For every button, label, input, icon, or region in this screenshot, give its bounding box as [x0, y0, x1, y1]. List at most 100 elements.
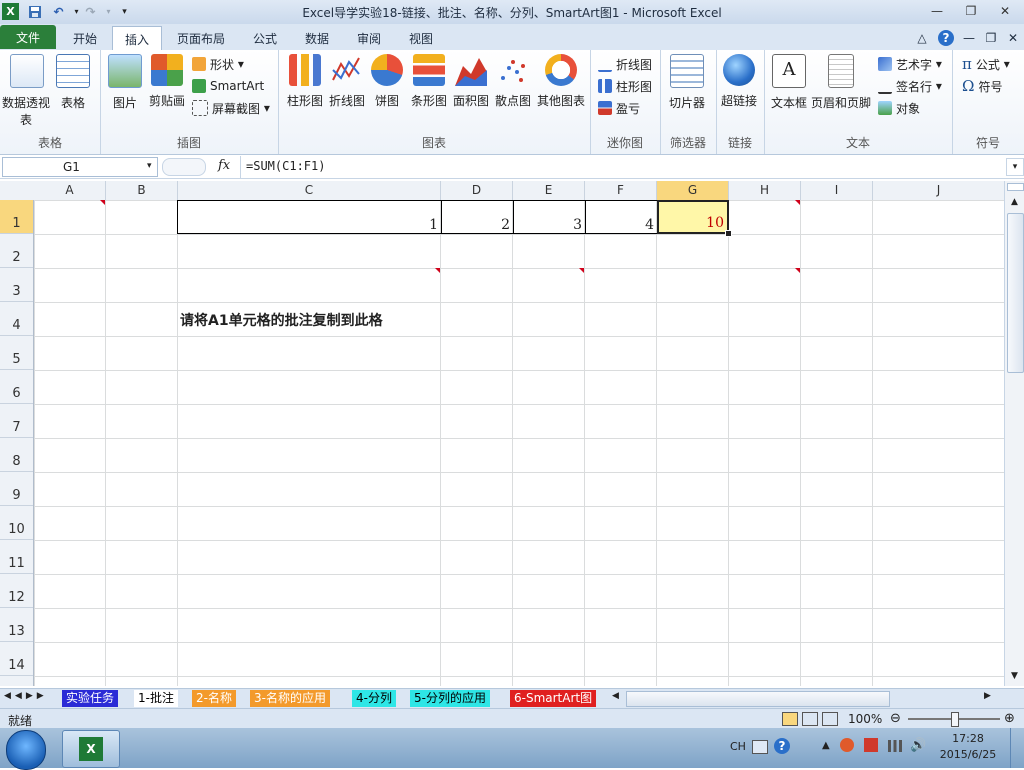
signature-line-button[interactable]: 签名行 ▾: [878, 76, 942, 96]
worksheet-grid[interactable]: 1 2 3 4 10 请将A1单元格的批注复制到此格: [34, 200, 1004, 686]
column-header-h[interactable]: H: [729, 181, 801, 200]
restore-icon[interactable]: ❐: [956, 0, 986, 22]
expand-formula-bar-icon[interactable]: ▾: [1006, 158, 1024, 176]
slicer-button[interactable]: 切片器: [664, 54, 710, 111]
row-header-13[interactable]: 13: [0, 608, 33, 642]
row-header-14[interactable]: 14: [0, 642, 33, 676]
signal-icon[interactable]: [888, 740, 902, 752]
name-box[interactable]: G1 ▾: [2, 157, 158, 177]
picture-button[interactable]: 图片: [102, 54, 148, 111]
show-hidden-icons[interactable]: ▲: [822, 740, 830, 751]
column-header-i[interactable]: I: [801, 181, 873, 200]
fill-handle[interactable]: [725, 230, 732, 237]
formula-input[interactable]: =SUM(C1:F1): [246, 159, 325, 173]
symbol-button[interactable]: Ω 符号: [962, 76, 1002, 96]
row-header-1[interactable]: 1: [0, 200, 33, 234]
start-button-icon[interactable]: [6, 730, 46, 770]
other-charts-button[interactable]: 其他图表: [536, 54, 586, 109]
formula-bar-splitter[interactable]: [162, 158, 206, 176]
volume-icon[interactable]: 🔊: [910, 738, 926, 753]
taskbar-excel-button[interactable]: X: [62, 730, 120, 768]
sheet-nav-icons[interactable]: ◀◀▶▶: [4, 691, 48, 701]
wordart-button[interactable]: 艺术字 ▾: [878, 54, 942, 74]
sheet-tab-6[interactable]: 6-SmartArt图: [510, 690, 597, 707]
sheet-tab-5[interactable]: 5-分列的应用: [410, 690, 490, 707]
tab-view[interactable]: 视图: [396, 26, 446, 50]
sparkline-line-button[interactable]: 折线图: [598, 54, 652, 74]
column-chart-button[interactable]: 柱形图: [282, 54, 328, 109]
hscroll-left-icon[interactable]: ◀: [612, 691, 619, 701]
insert-function-icon[interactable]: fx: [218, 158, 230, 173]
tab-page-layout[interactable]: 页面布局: [168, 26, 234, 50]
column-header-c[interactable]: C: [178, 181, 441, 200]
zoom-level[interactable]: 100%: [848, 712, 882, 726]
normal-view-icon[interactable]: [782, 712, 798, 726]
scroll-up-icon[interactable]: ▲: [1007, 195, 1022, 209]
tab-insert[interactable]: 插入: [112, 26, 162, 51]
row-header-2[interactable]: 2: [0, 234, 33, 268]
minimize-icon[interactable]: —: [922, 0, 952, 22]
comment-indicator-h1[interactable]: [795, 200, 800, 205]
column-header-g[interactable]: G: [657, 181, 729, 200]
comment-indicator-a1[interactable]: [100, 200, 105, 205]
row-header-9[interactable]: 9: [0, 472, 33, 506]
zoom-slider-thumb[interactable]: [951, 712, 959, 727]
cell-e1[interactable]: 3: [513, 200, 585, 234]
clip-art-button[interactable]: 剪贴画: [144, 54, 190, 109]
comment-indicator-e3[interactable]: [579, 268, 584, 273]
smartart-button[interactable]: SmartArt: [192, 76, 264, 96]
cell-f1[interactable]: 4: [585, 200, 657, 234]
sparkline-column-button[interactable]: 柱形图: [598, 76, 652, 96]
area-chart-button[interactable]: 面积图: [448, 54, 494, 109]
page-layout-view-icon[interactable]: [802, 712, 818, 726]
row-header-3[interactable]: 3: [0, 268, 33, 302]
vertical-scrollbar[interactable]: ▲ ▼: [1004, 181, 1024, 686]
row-header-10[interactable]: 10: [0, 506, 33, 540]
column-header-a[interactable]: A: [34, 181, 106, 200]
row-header-4[interactable]: 4: [0, 302, 33, 336]
bar-chart-button[interactable]: 条形图: [406, 54, 452, 109]
column-header-f[interactable]: F: [585, 181, 657, 200]
cell-g1[interactable]: 10: [657, 200, 729, 234]
split-box[interactable]: [1007, 183, 1024, 191]
sheet-tab-3[interactable]: 3-名称的应用: [250, 690, 330, 707]
equation-button[interactable]: π 公式 ▾: [962, 54, 1010, 74]
column-header-d[interactable]: D: [441, 181, 513, 200]
name-box-dropdown-icon[interactable]: ▾: [147, 161, 152, 171]
scatter-chart-button[interactable]: 散点图: [490, 54, 536, 109]
tab-data[interactable]: 数据: [292, 26, 342, 50]
zoom-out-icon[interactable]: ⊖: [890, 711, 901, 726]
zoom-in-icon[interactable]: ⊕: [1004, 711, 1015, 726]
tab-formulas[interactable]: 公式: [240, 26, 290, 50]
cell-c1[interactable]: 1: [178, 200, 441, 234]
sheet-tab-4[interactable]: 4-分列: [352, 690, 396, 707]
shapes-button[interactable]: 形状 ▾: [192, 54, 244, 74]
column-header-j[interactable]: J: [873, 181, 1004, 200]
page-break-view-icon[interactable]: [822, 712, 838, 726]
comment-indicator-c3[interactable]: [435, 268, 440, 273]
network-warning-icon[interactable]: [864, 738, 878, 752]
pie-chart-button[interactable]: 饼图: [364, 54, 410, 109]
header-footer-button[interactable]: 页眉和页脚: [810, 54, 872, 111]
input-language[interactable]: CH: [730, 740, 746, 753]
sheet-tab-1[interactable]: 1-批注: [134, 690, 178, 707]
hyperlink-button[interactable]: 超链接: [716, 54, 762, 109]
table-button[interactable]: 表格: [50, 54, 96, 111]
sparkline-winloss-button[interactable]: 盈亏: [598, 98, 640, 118]
help-icon[interactable]: ?: [936, 26, 956, 50]
object-button[interactable]: 对象: [878, 98, 920, 118]
restore-workbook-icon[interactable]: ❐: [982, 26, 1000, 50]
scroll-down-icon[interactable]: ▼: [1007, 669, 1022, 683]
comment-indicator-h3[interactable]: [795, 268, 800, 273]
cell-c4[interactable]: 请将A1单元格的批注复制到此格: [180, 310, 383, 330]
column-header-b[interactable]: B: [106, 181, 178, 200]
cell-d1[interactable]: 2: [441, 200, 513, 234]
screenshot-button[interactable]: 屏幕截图 ▾: [192, 98, 270, 118]
tab-review[interactable]: 审阅: [344, 26, 394, 50]
scroll-thumb[interactable]: [1007, 213, 1024, 373]
tab-file[interactable]: 文件: [0, 25, 56, 49]
sheet-tab-2[interactable]: 2-名称: [192, 690, 236, 707]
collapse-ribbon-icon[interactable]: △: [914, 26, 930, 50]
row-header-12[interactable]: 12: [0, 574, 33, 608]
security-icon[interactable]: [840, 738, 854, 752]
